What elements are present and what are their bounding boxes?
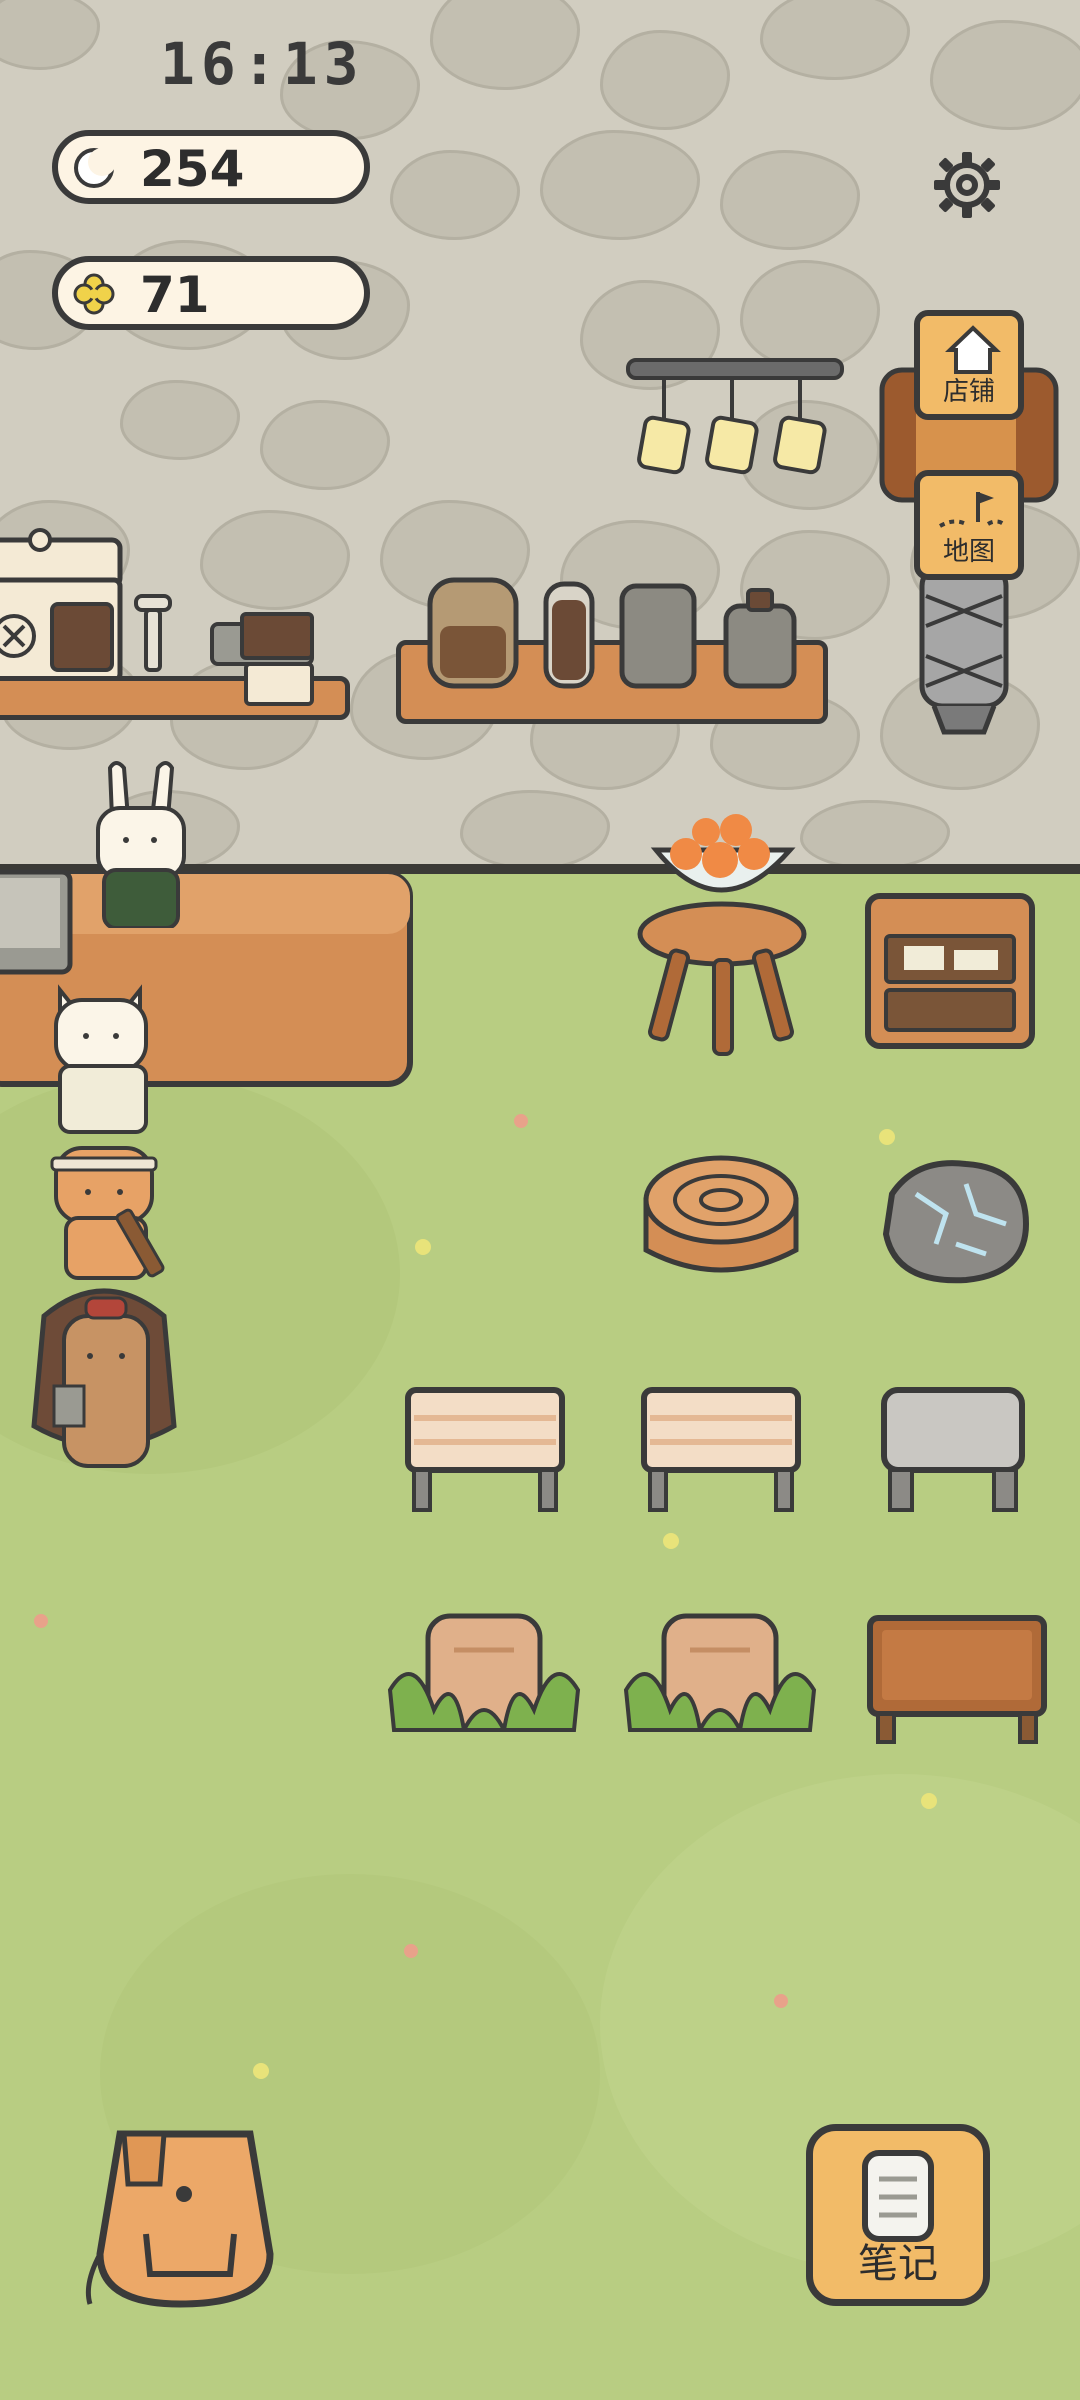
moon-icon: [74, 148, 116, 188]
shop-label: 店铺: [942, 377, 995, 407]
jars: [427, 577, 797, 689]
map-flag-icon: [939, 492, 1008, 528]
map-button[interactable]: 地图: [914, 470, 1024, 580]
grass-flower: [34, 1614, 48, 1628]
leafy-stump-seat: [387, 1613, 581, 1732]
grass-flower: [774, 1994, 788, 2008]
crystal-rock: [882, 1160, 1030, 1284]
wooden-low-table: [867, 1615, 1047, 1744]
clover-count: 71: [140, 266, 210, 324]
map-label: 地图: [942, 537, 995, 567]
house-icon: [945, 325, 1001, 374]
moon-count: 254: [140, 140, 245, 198]
gear-icon[interactable]: [928, 146, 1006, 224]
stone-seat: [881, 1387, 1025, 1512]
wooden-bench: [641, 1387, 801, 1512]
grass-flower: [921, 1793, 937, 1809]
hedgehog-customer: [31, 1288, 177, 1468]
coffee-machine: [0, 528, 123, 683]
backpack-icon[interactable]: [80, 2124, 286, 2310]
clock-time: 16:13: [160, 30, 365, 98]
dog-customer: [50, 1146, 165, 1280]
rabbit-shopkeeper: [96, 761, 186, 928]
wooden-bench: [405, 1387, 565, 1512]
leafy-stump-seat: [623, 1613, 817, 1732]
grinder: [134, 594, 172, 672]
tree-stump-seat: [643, 1155, 799, 1273]
notes-label: 笔记: [858, 2241, 938, 2287]
wooden-cabinet: [865, 893, 1035, 1049]
stool-with-orange-bowl: [637, 814, 807, 1056]
grass-flower: [404, 1944, 418, 1958]
shop-button[interactable]: 店铺: [914, 310, 1024, 420]
grass-flower: [415, 1239, 431, 1255]
notebook-icon: [862, 2150, 934, 2242]
cat-customer: [54, 984, 148, 1134]
wrapped-post: [919, 566, 1009, 735]
grass-flower: [663, 1533, 679, 1549]
grass-flower: [879, 1129, 895, 1145]
grass-flower: [514, 1114, 528, 1128]
clover-currency-counter: 71: [52, 256, 370, 330]
cup-rack: [626, 358, 844, 475]
book-stack: [210, 612, 314, 706]
clover-icon: [73, 273, 115, 315]
grass-flower: [253, 2063, 269, 2079]
moon-currency-counter: 254: [52, 130, 370, 204]
notes-button[interactable]: 笔记: [806, 2124, 990, 2306]
